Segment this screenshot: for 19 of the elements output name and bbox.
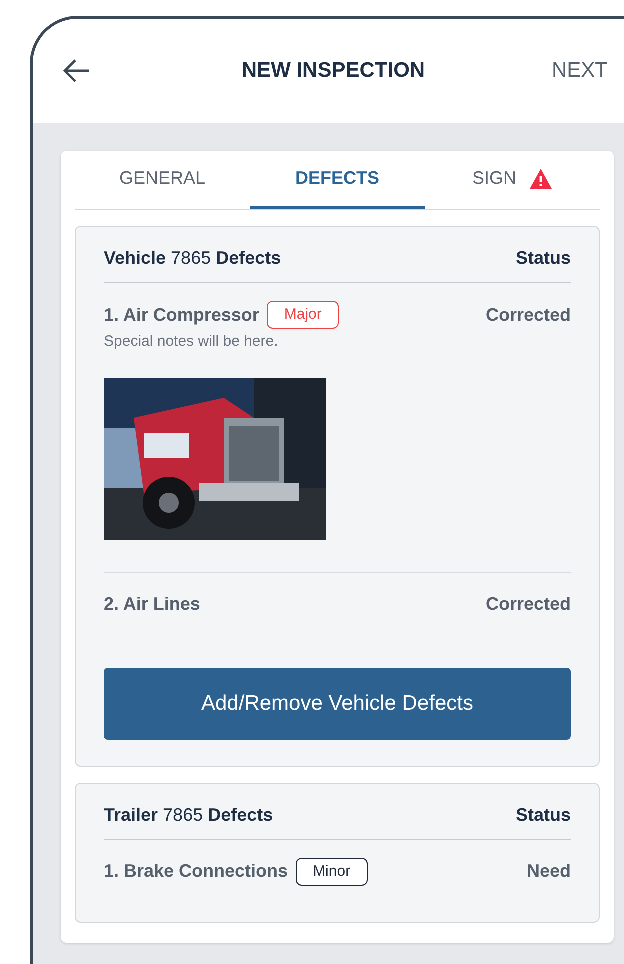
- defect-note: Special notes will be here.: [104, 332, 280, 352]
- severity-tag: Major: [267, 301, 339, 329]
- section-title: Trailer 7865 Defects: [104, 804, 274, 826]
- severity-tag: Minor: [296, 858, 368, 886]
- tab[interactable]: SIGN: [425, 151, 600, 209]
- defect-status: Corrected: [486, 304, 571, 326]
- section-title: Vehicle 7865 Defects: [104, 247, 282, 270]
- tab[interactable]: DEFECTS: [250, 151, 425, 209]
- status-header: Status: [516, 247, 571, 270]
- add-remove-defects-button[interactable]: Add/Remove Vehicle Defects: [104, 668, 571, 740]
- page-title: NEW INSPECTION: [240, 58, 426, 84]
- defect-name: 1. Brake Connections: [104, 860, 288, 883]
- defect-name: 2. Air Lines: [104, 592, 200, 616]
- defect-name: 1. Air Compressor: [104, 304, 260, 327]
- status-header: Status: [516, 804, 571, 826]
- next-button[interactable]: NEXT: [552, 55, 608, 87]
- defect-status: Corrected: [486, 592, 571, 616]
- tab[interactable]: GENERAL: [75, 151, 250, 209]
- defect-status: Need: [526, 860, 571, 883]
